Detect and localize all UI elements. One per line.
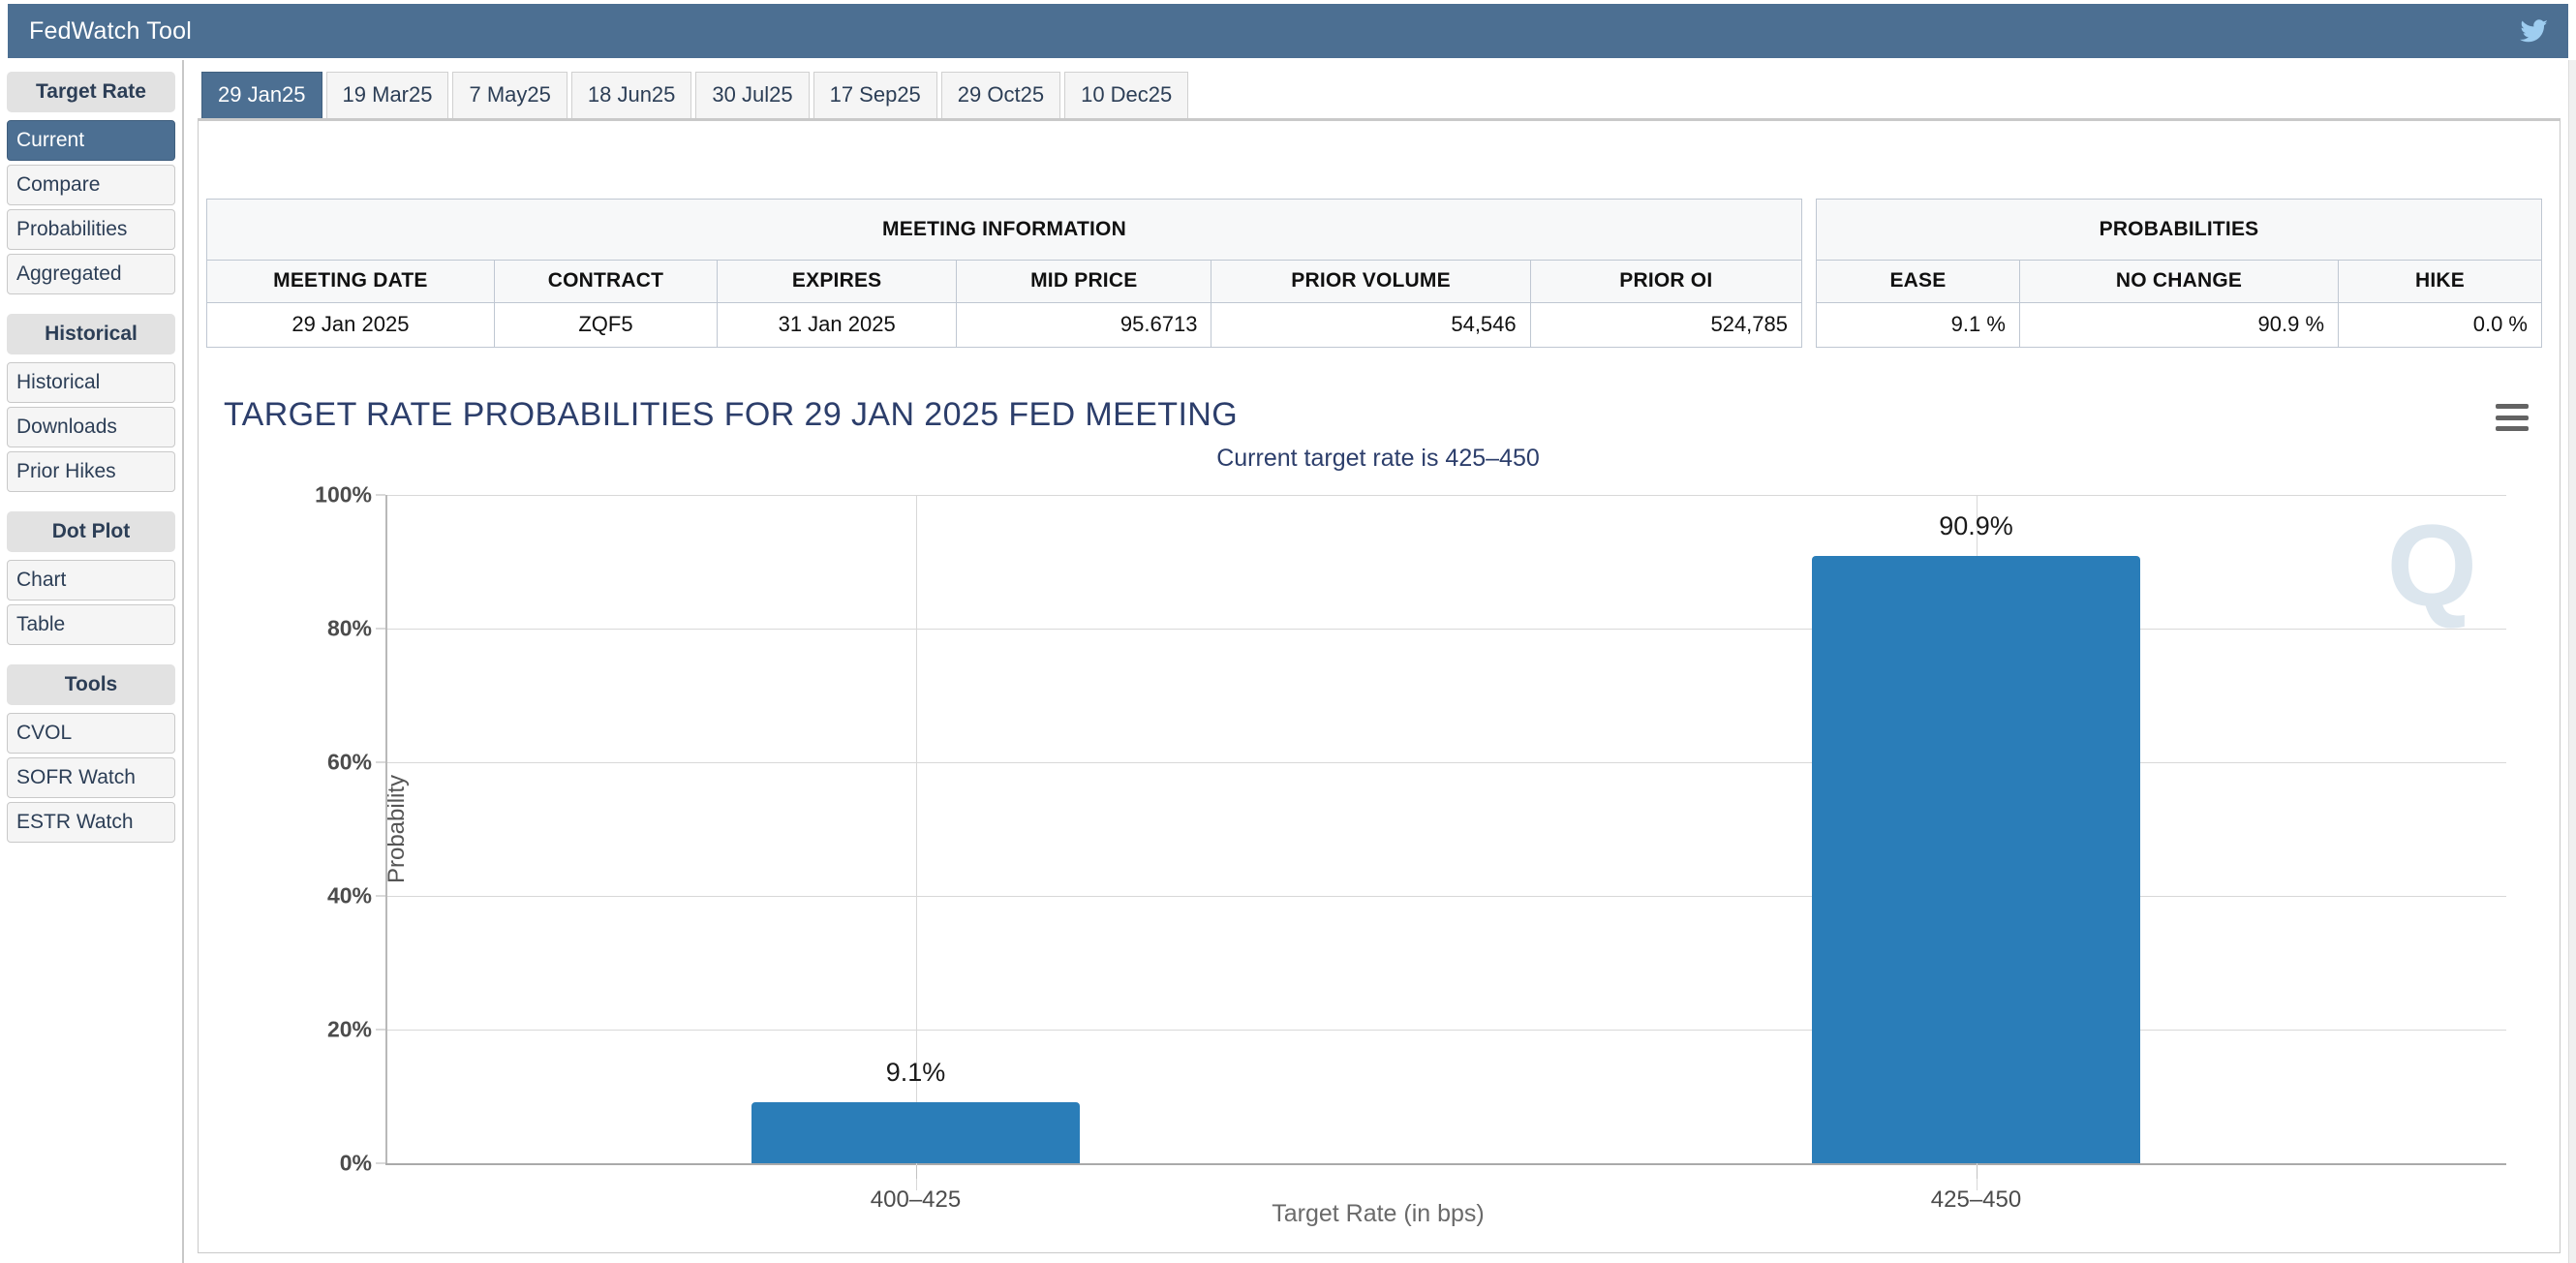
sidebar: Target Rate Current Compare Probabilitie… [0, 60, 184, 1263]
y-axis-label: Probability [383, 775, 411, 883]
sidebar-item-cvol[interactable]: CVOL [7, 713, 175, 754]
y-axis-tick-mark [376, 896, 385, 897]
probabilities-header: PROBABILITIES [1817, 200, 2541, 260]
col-meeting-date: MEETING DATE [207, 260, 494, 302]
sidebar-item-historical[interactable]: Historical [7, 362, 175, 403]
sidebar-item-estr-watch[interactable]: ESTR Watch [7, 802, 175, 843]
table-row: 9.1 % 90.9 % 0.0 % [1817, 302, 2541, 347]
tab-7-may25[interactable]: 7 May25 [452, 72, 567, 118]
col-mid-price: MID PRICE [957, 260, 1211, 302]
tab-18-jun25[interactable]: 18 Jun25 [571, 72, 692, 118]
app-title-bar: FedWatch Tool [8, 4, 2568, 58]
sidebar-heading-historical: Historical [7, 314, 175, 354]
summary-tables-row: MEETING INFORMATION MEETING DATE CONTRAC… [206, 199, 2550, 348]
tab-29-oct25[interactable]: 29 Oct25 [941, 72, 1060, 118]
bar[interactable] [1812, 556, 2140, 1163]
y-axis-tick-mark [376, 629, 385, 630]
sidebar-item-current[interactable]: Current [7, 120, 175, 161]
cell-hike: 0.0 % [2339, 302, 2541, 347]
y-axis-tick-mark [376, 1030, 385, 1031]
vertical-scrollbar[interactable] [2568, 60, 2576, 1263]
sidebar-item-chart[interactable]: Chart [7, 560, 175, 601]
bar-data-label: 90.9% [1939, 511, 2013, 541]
cell-contract: ZQF5 [494, 302, 717, 347]
x-axis-tick-mark [1977, 1165, 1978, 1179]
bar-data-label: 9.1% [886, 1058, 946, 1088]
twitter-icon[interactable] [2518, 16, 2551, 46]
sidebar-item-downloads[interactable]: Downloads [7, 407, 175, 447]
col-hike: HIKE [2339, 260, 2541, 302]
gridline [385, 629, 2506, 630]
probabilities-table: PROBABILITIES EASE NO CHANGE HIKE 9.1 % … [1816, 199, 2542, 348]
y-axis-tick-mark [376, 495, 385, 496]
meeting-information-table: MEETING INFORMATION MEETING DATE CONTRAC… [206, 199, 1802, 348]
col-prior-oi: PRIOR OI [1530, 260, 1801, 302]
sidebar-item-prior-hikes[interactable]: Prior Hikes [7, 451, 175, 492]
col-ease: EASE [1817, 260, 2019, 302]
col-prior-volume: PRIOR VOLUME [1211, 260, 1530, 302]
app-title: FedWatch Tool [29, 17, 192, 46]
y-axis-tick-mark [376, 1163, 385, 1164]
tab-17-sep25[interactable]: 17 Sep25 [813, 72, 937, 118]
cell-ease: 9.1 % [1817, 302, 2019, 347]
y-axis-tick-mark [376, 762, 385, 763]
sidebar-item-sofr-watch[interactable]: SOFR Watch [7, 757, 175, 798]
cell-prior-oi: 524,785 [1530, 302, 1801, 347]
bar[interactable] [751, 1102, 1080, 1163]
sidebar-item-probabilities[interactable]: Probabilities [7, 209, 175, 250]
gridline [385, 762, 2506, 763]
main-content: 29 Jan25 19 Mar25 7 May25 18 Jun25 30 Ju… [186, 60, 2576, 1263]
x-axis-tick-mark [916, 1165, 917, 1179]
gridline [385, 1030, 2506, 1031]
gridline [385, 896, 2506, 897]
cell-expires: 31 Jan 2025 [718, 302, 957, 347]
tab-10-dec25[interactable]: 10 Dec25 [1064, 72, 1188, 118]
meeting-information-header: MEETING INFORMATION [207, 200, 1801, 260]
gridline [385, 495, 2506, 496]
plot-area: Probability 0%20%40%60%80%100% 9.1%90.9%… [206, 390, 2550, 1245]
cell-no-change: 90.9 % [2019, 302, 2338, 347]
tab-30-jul25[interactable]: 30 Jul25 [695, 72, 809, 118]
watermark-logo: Q [2387, 499, 2477, 632]
sidebar-item-compare[interactable]: Compare [7, 165, 175, 205]
sidebar-item-table[interactable]: Table [7, 604, 175, 645]
sidebar-heading-dot-plot: Dot Plot [7, 511, 175, 552]
tab-29-jan25[interactable]: 29 Jan25 [201, 72, 322, 118]
cell-meeting-date: 29 Jan 2025 [207, 302, 494, 347]
target-rate-probability-chart: TARGET RATE PROBABILITIES FOR 29 JAN 202… [206, 390, 2550, 1245]
content-panel: MEETING INFORMATION MEETING DATE CONTRAC… [198, 120, 2561, 1253]
tab-19-mar25[interactable]: 19 Mar25 [326, 72, 449, 118]
col-no-change: NO CHANGE [2019, 260, 2338, 302]
cell-mid-price: 95.6713 [957, 302, 1211, 347]
col-contract: CONTRACT [494, 260, 717, 302]
sidebar-heading-target-rate: Target Rate [7, 72, 175, 112]
x-axis-label: Target Rate (in bps) [206, 1200, 2550, 1228]
col-expires: EXPIRES [718, 260, 957, 302]
x-axis-line [385, 1163, 2506, 1165]
y-axis-line [385, 495, 387, 1163]
sidebar-heading-tools: Tools [7, 664, 175, 705]
table-row: 29 Jan 2025 ZQF5 31 Jan 2025 95.6713 54,… [207, 302, 1801, 347]
cell-prior-volume: 54,546 [1211, 302, 1530, 347]
meeting-date-tabs: 29 Jan25 19 Mar25 7 May25 18 Jun25 30 Ju… [198, 70, 2561, 120]
sidebar-item-aggregated[interactable]: Aggregated [7, 254, 175, 294]
